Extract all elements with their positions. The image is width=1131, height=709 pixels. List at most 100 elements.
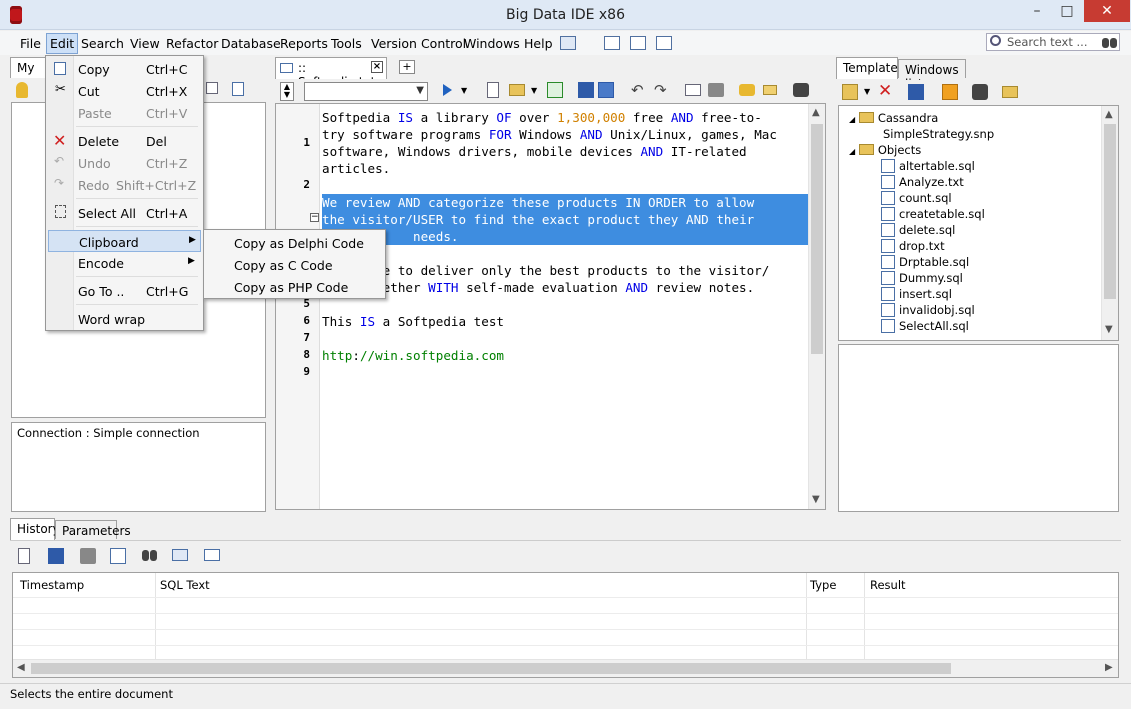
save-all-icon[interactable] [598, 82, 614, 98]
open-folder-icon[interactable] [509, 84, 525, 96]
tab-windows-list[interactable]: Windows list [898, 59, 966, 91]
sql-icon[interactable] [204, 549, 220, 561]
delete-icon[interactable]: ✕ [878, 81, 894, 101]
new-file-icon[interactable] [18, 548, 30, 564]
copy-icon[interactable] [110, 548, 126, 564]
menu-item-word-wrap[interactable]: Word wrap [48, 308, 201, 330]
spin-button[interactable]: ▲ ▼ [280, 82, 294, 101]
menu-edit[interactable]: Edit [46, 33, 79, 54]
refresh-icon[interactable] [547, 82, 563, 98]
layout-split-icon[interactable] [630, 36, 646, 50]
scroll-up-icon[interactable]: ▲ [812, 107, 820, 118]
search-input[interactable]: Search text ... [986, 33, 1120, 51]
menu-item-copy-delphi[interactable]: Copy as Delphi Code [206, 232, 383, 254]
menu-item-undo[interactable]: ↶ Undo Ctrl+Z [48, 152, 201, 174]
code-editor[interactable]: 1 2 3 4 5 6 7 8 9 − Softpedia IS a libra… [275, 103, 826, 510]
close-button[interactable]: ✕ [1084, 0, 1130, 22]
format-icon[interactable] [739, 84, 755, 96]
app-database-icon[interactable] [10, 6, 22, 24]
run-dropdown-icon[interactable]: ▼ [461, 86, 477, 102]
save-icon[interactable] [578, 82, 594, 98]
tab-softpedia-txt[interactable]: :: Softpedia.txt × [275, 57, 387, 89]
tree-file-drop[interactable]: drop.txt [881, 239, 945, 253]
menu-item-select-all[interactable]: Select All Ctrl+A [48, 202, 201, 224]
scrollbar-thumb[interactable] [31, 663, 951, 674]
scrollbar-thumb[interactable] [811, 124, 823, 354]
column-header-sql-text[interactable]: SQL Text [160, 578, 210, 592]
templates-scrollbar[interactable]: ▲ ▼ [1101, 106, 1118, 340]
layout-columns-icon[interactable] [656, 36, 672, 50]
scroll-up-icon[interactable]: ▲ [1105, 109, 1113, 120]
scroll-right-icon[interactable]: ▶ [1105, 662, 1113, 673]
menu-item-paste[interactable]: Paste Ctrl+V [48, 102, 201, 124]
print-icon[interactable] [80, 548, 96, 564]
column-header-timestamp[interactable]: Timestamp [20, 578, 84, 592]
tab-my-connections[interactable]: My co [10, 57, 50, 89]
redo-icon[interactable]: ↷ [654, 81, 670, 99]
minimize-button[interactable]: – [1022, 0, 1052, 22]
tree-file-insert[interactable]: insert.sql [881, 287, 952, 301]
fold-toggle-icon[interactable]: − [310, 213, 319, 222]
tree-file-analyze[interactable]: Analyze.txt [881, 175, 964, 189]
tree-file-delete[interactable]: delete.sql [881, 223, 955, 237]
print-icon[interactable] [708, 83, 724, 97]
new-file-icon[interactable] [487, 82, 499, 98]
menu-tools[interactable]: Tools [331, 36, 362, 51]
template-select[interactable]: ▼ [304, 82, 428, 101]
new-tab-button[interactable]: + [399, 60, 415, 74]
tree-file-drptable[interactable]: Drptable.sql [881, 255, 969, 269]
open-folder-icon[interactable] [1002, 86, 1018, 98]
menu-help[interactable]: Help [524, 36, 553, 51]
menu-item-redo[interactable]: ↷ Redo Shift+Ctrl+Z [48, 174, 201, 196]
export-icon[interactable] [908, 84, 924, 100]
menu-item-cut[interactable]: ✂ Cut Ctrl+X [48, 80, 201, 102]
menu-item-copy[interactable]: Copy Ctrl+C [48, 58, 201, 80]
add-template-icon[interactable] [842, 84, 858, 100]
check-icon[interactable] [942, 84, 958, 100]
menu-windows[interactable]: Windows [464, 36, 520, 51]
tree-file-altertable[interactable]: altertable.sql [881, 159, 975, 173]
column-header-type[interactable]: Type [810, 578, 836, 592]
scroll-left-icon[interactable]: ◀ [17, 662, 25, 673]
menu-file[interactable]: File [20, 36, 41, 51]
comment-icon[interactable] [685, 84, 701, 96]
menu-item-clipboard[interactable]: Clipboard ▶ [48, 230, 201, 252]
tree-node-cassandra[interactable]: ◢ Cassandra [849, 111, 938, 125]
collapse-icon[interactable] [206, 82, 218, 94]
menu-item-copy-php[interactable]: Copy as PHP Code [206, 276, 383, 298]
save-icon[interactable] [48, 548, 64, 564]
menu-search[interactable]: Search [81, 36, 124, 51]
tab-parameters[interactable]: Parameters [55, 520, 131, 539]
history-horizontal-scrollbar[interactable]: ◀ ▶ [13, 659, 1118, 677]
database-icon[interactable] [16, 82, 28, 98]
menu-reports[interactable]: Reports [280, 36, 328, 51]
copy-pages-icon[interactable] [232, 82, 244, 96]
eraser-icon[interactable] [763, 85, 777, 95]
menu-version-control[interactable]: Version Control [371, 36, 466, 51]
binoculars-icon[interactable] [142, 548, 158, 564]
camera-icon[interactable] [793, 83, 809, 97]
tree-file-dummy[interactable]: Dummy.sql [881, 271, 963, 285]
tab-history[interactable]: History [10, 518, 60, 540]
tree-file-count[interactable]: count.sql [881, 191, 952, 205]
column-header-result[interactable]: Result [870, 578, 906, 592]
binoculars-icon[interactable] [1102, 35, 1118, 49]
menu-refactor[interactable]: Refactor [166, 36, 218, 51]
undo-icon[interactable]: ↶ [631, 81, 647, 99]
menu-item-go-to[interactable]: Go To .. Ctrl+G [48, 280, 201, 302]
tab-templates[interactable]: Templates [836, 57, 904, 79]
menu-item-delete[interactable]: ✕ Delete Del [48, 130, 201, 152]
scroll-down-icon[interactable]: ▼ [812, 494, 820, 505]
tree-file-invalidobj[interactable]: invalidobj.sql [881, 303, 975, 317]
scroll-down-icon[interactable]: ▼ [1105, 324, 1113, 335]
monitor-icon[interactable] [560, 36, 576, 50]
menu-item-encode[interactable]: Encode ▶ [48, 252, 201, 274]
close-tab-icon[interactable]: × [371, 61, 383, 73]
menu-item-copy-c[interactable]: Copy as C Code [206, 254, 383, 276]
tree-file-selectall[interactable]: SelectAll.sql [881, 319, 969, 333]
maximize-button[interactable]: □ [1052, 0, 1082, 22]
menu-view[interactable]: View [130, 36, 160, 51]
run-icon[interactable] [443, 84, 452, 96]
open-dropdown-icon[interactable]: ▼ [531, 86, 547, 102]
editor-vertical-scrollbar[interactable]: ▲ ▼ [808, 104, 825, 509]
